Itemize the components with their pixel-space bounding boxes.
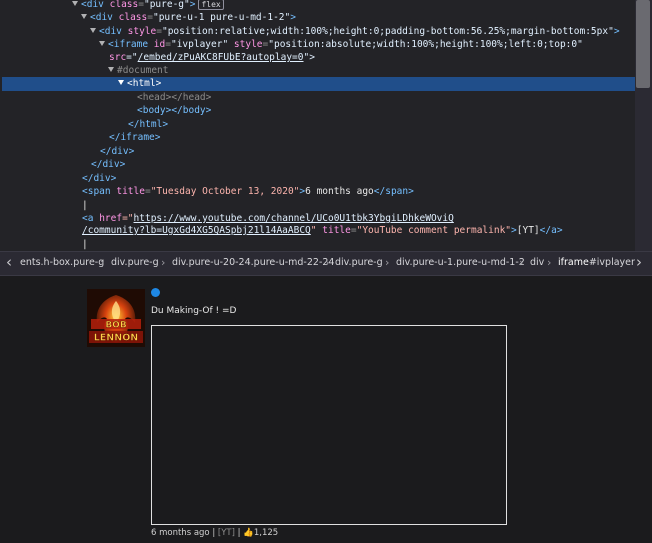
breadcrumb: ‹ ents.h-box.pure-g › div.pure-g › div.p… xyxy=(0,251,652,276)
breadcrumb-item[interactable]: div.pure-u-20-24.pure-u-md-22-24 xyxy=(172,252,334,274)
breadcrumb-item[interactable]: div xyxy=(530,252,544,274)
flex-badge[interactable]: flex xyxy=(198,0,224,10)
avatar-image: BOB LENNON xyxy=(87,289,145,347)
markup-line-text-pipe[interactable]: | xyxy=(82,199,652,213)
chevron-right-icon: › xyxy=(519,256,524,269)
expand-triangle-icon[interactable] xyxy=(118,80,124,85)
markup-line-body[interactable]: <body></body> xyxy=(137,104,652,118)
expand-triangle-icon[interactable] xyxy=(108,67,114,72)
comment-meta: 6 months ago | [YT] | 👍1,125 xyxy=(151,528,279,538)
markup-line-div-close[interactable]: </div> xyxy=(100,145,652,159)
thumbs-up-icon: 👍 xyxy=(243,528,254,538)
breadcrumb-item-current[interactable]: iframe#ivplayer xyxy=(558,252,635,274)
chevron-right-icon: › xyxy=(385,256,390,269)
youtube-permalink[interactable]: [YT] xyxy=(218,528,235,538)
markup-line-span-time[interactable]: <span title="Tuesday October 13, 2020">6… xyxy=(82,185,652,199)
breadcrumb-item[interactable]: div.pure-u-1.pure-u-md-1-2 xyxy=(396,252,525,274)
chevron-right-icon: › xyxy=(325,256,330,269)
chevron-right-icon[interactable]: › xyxy=(636,252,642,274)
markup-line-div-style[interactable]: <div style="position:relative;width:100%… xyxy=(90,25,652,39)
markup-line-div-pure-u-1[interactable]: <div class="pure-u-1 pure-u-md-1-2"> xyxy=(81,11,652,25)
breadcrumb-item[interactable]: div.pure-g xyxy=(111,252,159,274)
chevron-right-icon: › xyxy=(100,256,105,269)
inspector-scrollbar-thumb[interactable] xyxy=(636,0,650,88)
markup-inspector[interactable]: <div class="pure-g"> flex <div class="pur… xyxy=(0,0,652,251)
avatar-text-bob: BOB xyxy=(105,321,127,331)
markup-line-text-pipe[interactable]: | xyxy=(82,238,652,251)
markup-line-document[interactable]: #document xyxy=(108,64,652,78)
avatar-text-lennon: LENNON xyxy=(94,333,139,344)
community-link[interactable]: /community?lb=UgxGd4XG5QASpbj21l14AaABCQ xyxy=(82,225,311,236)
chevron-right-icon: › xyxy=(547,256,552,269)
comment-text: Du Making-Of ! =D xyxy=(151,306,237,316)
breadcrumb-item[interactable]: div.pure-g xyxy=(335,252,383,274)
comment-time[interactable]: 6 months ago xyxy=(151,528,210,538)
markup-line-head[interactable]: <head></head> xyxy=(137,91,652,105)
expand-triangle-icon[interactable] xyxy=(72,1,78,6)
chevron-left-icon[interactable]: ‹ xyxy=(6,252,12,274)
expand-triangle-icon[interactable] xyxy=(90,28,96,33)
embed-src-link[interactable]: /embed/zPuAKC8FUbE?autoplay=0 xyxy=(138,52,304,63)
chevron-right-icon: › xyxy=(161,256,166,269)
expand-triangle-icon[interactable] xyxy=(81,14,87,19)
markup-line-div-close[interactable]: </div> xyxy=(82,172,652,186)
markup-line-anchor-cont[interactable]: /community?lb=UgxGd4XG5QASpbj21l14AaABCQ… xyxy=(82,224,652,238)
channel-owner-badge[interactable] xyxy=(151,288,160,297)
markup-line-html-selected[interactable]: <html> xyxy=(2,77,635,91)
markup-line-iframe-close[interactable]: </iframe> xyxy=(109,131,652,145)
breadcrumb-item[interactable]: ents.h-box.pure-g xyxy=(20,252,104,274)
like-count: 1,125 xyxy=(253,528,279,538)
markup-line-html-close[interactable]: </html> xyxy=(128,118,652,132)
markup-line-iframe-src[interactable]: src="/embed/zPuAKC8FUbE?autoplay=0"> xyxy=(109,51,652,65)
embedded-video-iframe[interactable] xyxy=(151,325,507,525)
expand-triangle-icon[interactable] xyxy=(99,41,105,46)
avatar[interactable]: BOB LENNON xyxy=(87,289,145,347)
rendered-page: BOB LENNON Du Making-Of ! =D 6 months ag… xyxy=(0,276,652,543)
markup-line-div-close[interactable]: </div> xyxy=(91,158,652,172)
markup-line-iframe[interactable]: <iframe id="ivplayer" style="position:ab… xyxy=(99,38,652,52)
channel-link[interactable]: https://www.youtube.com/channel/UCo0U1tb… xyxy=(134,213,454,224)
